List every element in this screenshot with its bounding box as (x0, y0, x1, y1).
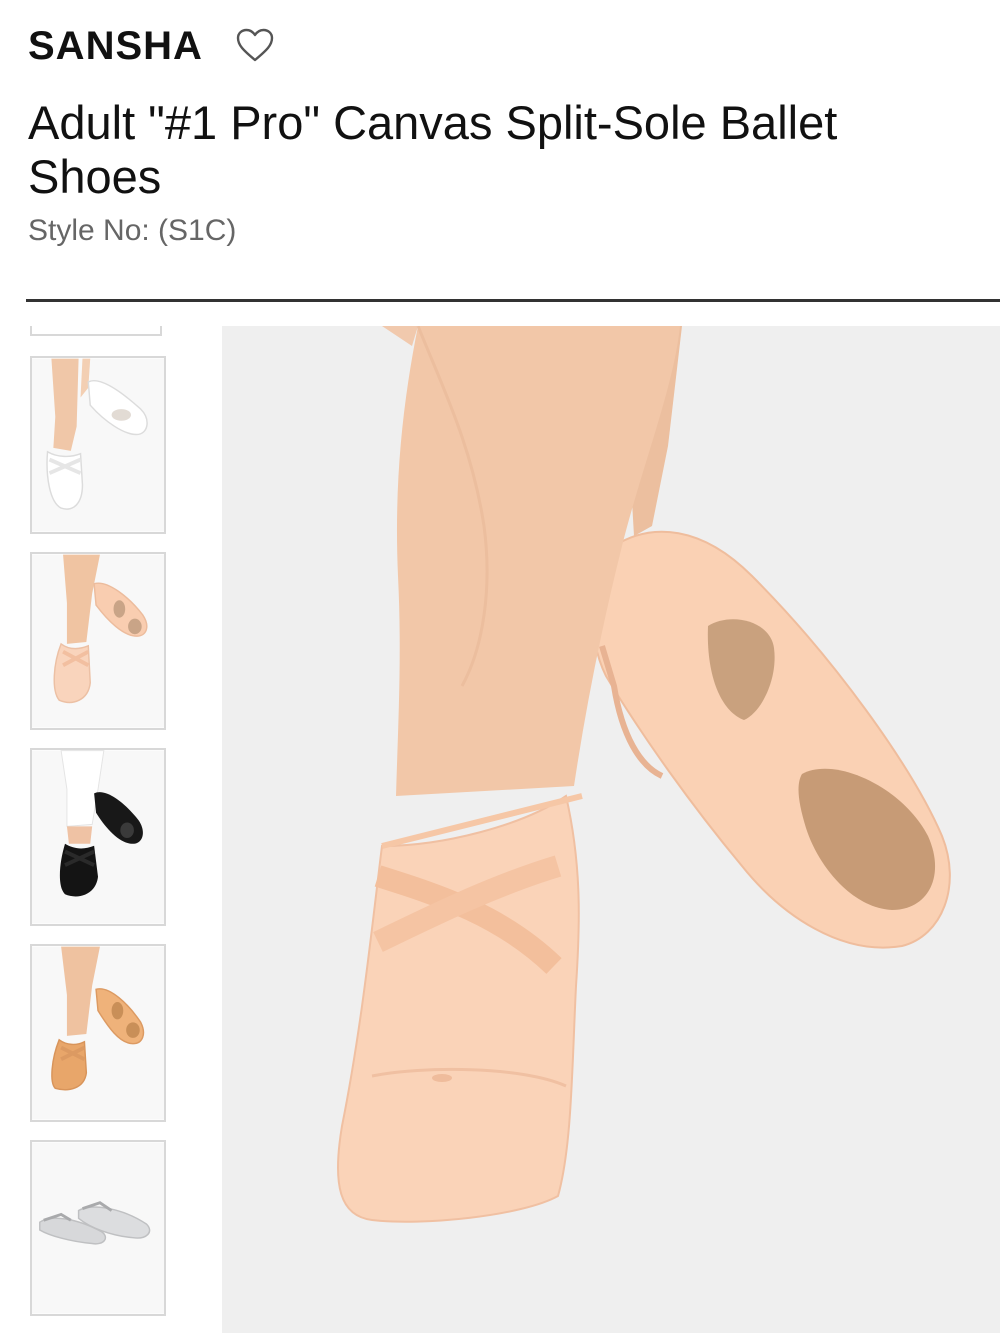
thumbnail-partial[interactable] (30, 326, 162, 336)
thumbnail-grey[interactable] (30, 1140, 166, 1316)
white-shoe-thumbnail-image (32, 358, 164, 532)
style-number: Style No: (S1C) (28, 214, 237, 247)
pink-shoe-thumbnail-image (32, 554, 164, 728)
brand-name[interactable]: SANSHA (28, 22, 203, 70)
thumbnail-white[interactable] (30, 356, 166, 534)
thumbnail-pink[interactable] (30, 552, 166, 730)
heart-outline-icon[interactable] (235, 26, 275, 66)
ballet-shoes-photo (222, 326, 1000, 1333)
thumbnail-black[interactable] (30, 748, 166, 926)
tan-shoe-thumbnail-image (32, 946, 164, 1120)
main-product-image[interactable] (222, 326, 1000, 1333)
black-shoe-thumbnail-image (32, 750, 164, 924)
thumbnail-tan[interactable] (30, 944, 166, 1122)
header-divider (26, 299, 1000, 302)
brand-row: SANSHA (28, 22, 275, 70)
grey-shoe-thumbnail-image (32, 1142, 164, 1314)
product-title: Adult "#1 Pro" Canvas Split-Sole Ballet … (28, 96, 838, 203)
